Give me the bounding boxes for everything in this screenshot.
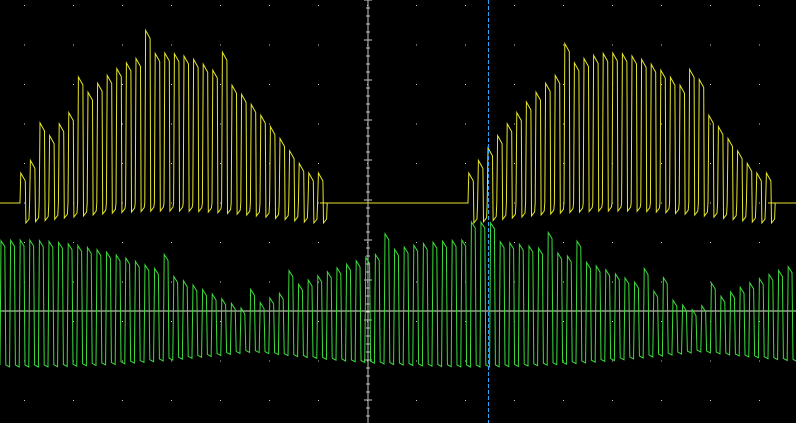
channel-1-trace xyxy=(0,28,796,225)
oscilloscope-display xyxy=(0,0,796,423)
channel-2-trace xyxy=(0,220,796,368)
waveform-plot xyxy=(0,0,796,423)
